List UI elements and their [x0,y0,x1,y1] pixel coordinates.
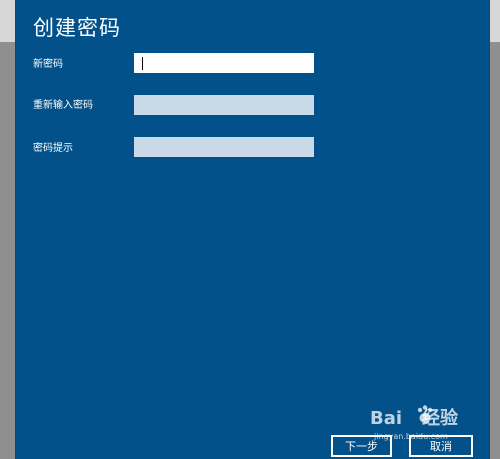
confirm-password-input[interactable] [134,95,314,115]
new-password-input[interactable] [134,53,314,73]
next-button[interactable]: 下一步 [331,435,392,457]
new-password-label: 新密码 [33,59,63,70]
dialog-title: 创建密码 [33,16,121,40]
password-hint-label: 密码提示 [33,143,73,154]
create-password-dialog: 创建密码 新密码 重新输入密码 密码提示 下一步 取消 [16,0,489,459]
password-hint-input[interactable] [134,137,314,157]
confirm-password-label: 重新输入密码 [33,100,93,111]
cancel-button[interactable]: 取消 [409,435,473,457]
text-caret [142,57,143,70]
